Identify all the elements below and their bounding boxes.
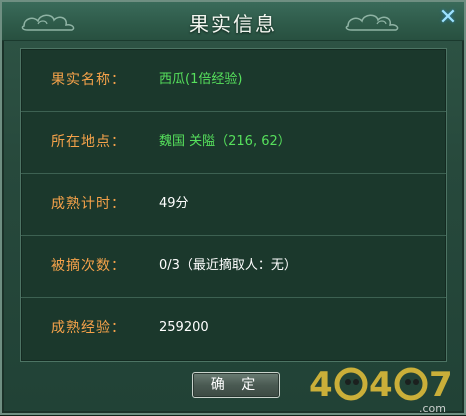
fruit-info-dialog: 果实信息 ✕ 果实名称： 西瓜(1倍经验) 所在地点： 魏国 关隘（216, 6…: [0, 0, 466, 415]
confirm-button[interactable]: 确 定: [192, 372, 280, 398]
info-row-location: 所在地点： 魏国 关隘（216, 62）: [21, 111, 446, 174]
dialog-title: 果实信息: [189, 12, 277, 36]
fruit-name-label: 果实名称：: [51, 72, 126, 88]
info-panel: 果实名称： 西瓜(1倍经验) 所在地点： 魏国 关隘（216, 62） 成熟计时…: [20, 48, 447, 362]
info-row-timer: 成熟计时： 49分: [21, 173, 446, 236]
svg-text:.com: .com: [419, 402, 446, 415]
location-link[interactable]: 魏国 关隘（216, 62）: [159, 111, 291, 173]
svg-text:4: 4: [369, 365, 393, 405]
close-icon[interactable]: ✕: [438, 7, 458, 29]
info-row-picked-count: 被摘次数： 0/3（最近摘取人：无）: [21, 235, 446, 298]
timer-value: 49分: [159, 196, 189, 211]
experience-value: 259200: [159, 320, 209, 335]
svg-text:4: 4: [309, 365, 333, 405]
location-label: 所在地点：: [51, 134, 126, 150]
fruit-name-value: 西瓜(1倍经验): [159, 72, 243, 87]
info-row-fruit-name: 果实名称： 西瓜(1倍经验): [21, 49, 446, 112]
svg-text:7: 7: [429, 365, 453, 405]
experience-label: 成熟经验：: [51, 320, 126, 336]
timer-label: 成熟计时：: [51, 196, 126, 212]
title-bar: 果实信息 ✕: [2, 2, 464, 41]
picked-count-value: 0/3（最近摘取人：无）: [159, 258, 297, 273]
info-row-experience: 成熟经验： 259200: [21, 297, 446, 359]
picked-count-label: 被摘次数：: [51, 258, 126, 274]
site-logo-watermark: 4 4 7 .com: [309, 365, 453, 415]
